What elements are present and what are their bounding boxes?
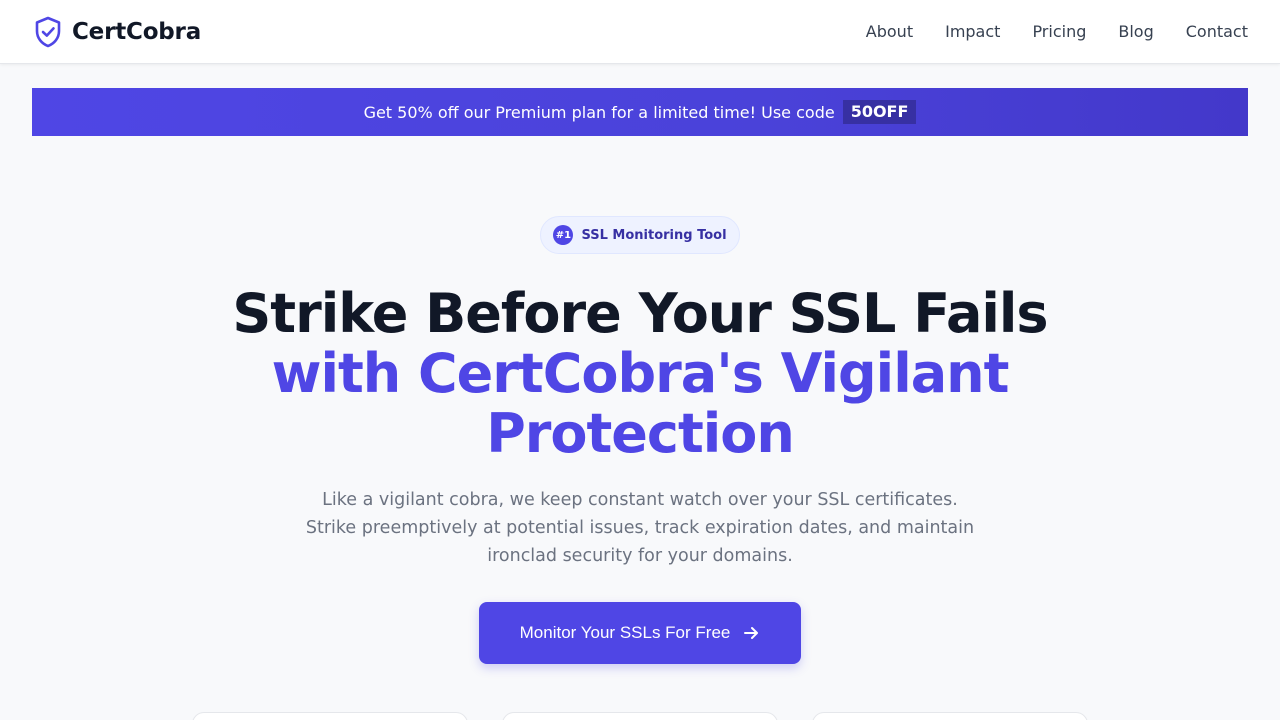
headline-line-1: Strike Before Your SSL Fails (232, 282, 1048, 345)
promo-code: 50OFF (842, 100, 917, 124)
hero-description: Like a vigilant cobra, we keep constant … (305, 490, 975, 566)
feature-card (502, 712, 778, 720)
site-header: CertCobra About Impact Pricing Blog Cont… (0, 0, 1280, 64)
nav-blog[interactable]: Blog (1118, 20, 1153, 44)
arrow-right-icon (744, 627, 759, 639)
nav-pricing[interactable]: Pricing (1032, 20, 1086, 44)
main-nav: About Impact Pricing Blog Contact (866, 20, 1248, 44)
monitor-free-button[interactable]: Monitor Your SSLs For Free (479, 602, 801, 664)
shield-check-icon (35, 16, 61, 48)
hero-badge: #1 SSL Monitoring Tool (540, 216, 740, 254)
badge-label: SSL Monitoring Tool (581, 227, 727, 243)
hero-headline: Strike Before Your SSL Fails with CertCo… (140, 284, 1140, 464)
cta-label: Monitor Your SSLs For Free (519, 623, 731, 642)
brand-link[interactable]: CertCobra (34, 16, 201, 48)
brand-name: CertCobra (72, 19, 202, 45)
nav-impact[interactable]: Impact (945, 20, 1000, 44)
promo-text: Get 50% off our Premium plan for a limit… (363, 102, 835, 122)
nav-about[interactable]: About (866, 20, 913, 44)
headline-line-2: with CertCobra's Vigilant Protection (271, 342, 1010, 465)
feature-card (192, 712, 468, 720)
feature-card (812, 712, 1088, 720)
badge-number: #1 (553, 225, 574, 245)
nav-contact[interactable]: Contact (1186, 20, 1248, 44)
promo-banner: Get 50% off our Premium plan for a limit… (32, 88, 1248, 136)
